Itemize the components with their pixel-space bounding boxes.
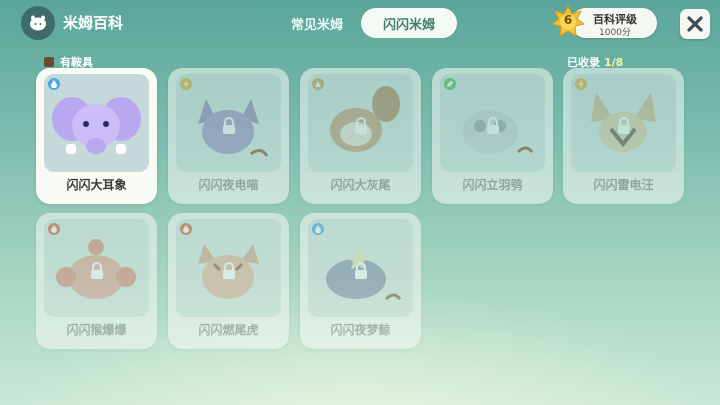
lock-icon [355, 117, 367, 134]
water-type-icon [312, 223, 324, 235]
mimu-card[interactable]: 闪闪大灰尾 [300, 68, 421, 204]
mimu-name: 闪闪夜电喵 [198, 178, 259, 192]
close-button[interactable] [680, 9, 710, 39]
encyclopedia-rating[interactable]: 百科评级 1000分 6 [550, 4, 657, 39]
mimu-name: 闪闪立羽鸮 [462, 178, 523, 192]
mimu-face-icon [30, 15, 46, 31]
mimu-art [308, 74, 413, 172]
mimu-name: 闪闪大灰尾 [330, 178, 391, 192]
tab-bar: 常见米姆 闪闪米姆 [277, 8, 458, 38]
rating-score: 1000分 [599, 28, 631, 38]
mimu-card[interactable]: 闪闪夜梦鲸 [300, 213, 421, 349]
mimu-art [440, 74, 545, 172]
water-type-icon [48, 78, 60, 90]
mimu-card[interactable]: 闪闪大耳象 [36, 68, 157, 204]
tab-common-mimu[interactable]: 常见米姆 [277, 8, 357, 38]
rating-level: 6 [563, 13, 573, 27]
mimu-name: 闪闪雷电汪 [593, 178, 654, 192]
app-title: 米姆百科 [63, 14, 124, 32]
lock-icon [223, 262, 235, 279]
mimu-art [308, 219, 413, 317]
leaf-type-icon [444, 78, 456, 90]
saddle-swatch [44, 57, 54, 67]
mimu-name: 闪闪猴爆爆 [66, 323, 127, 337]
mimu-art [44, 74, 149, 172]
lock-icon [223, 117, 235, 134]
mimu-art [571, 74, 676, 172]
mimu-art [176, 219, 281, 317]
mimu-art [176, 74, 281, 172]
electric-type-icon [180, 78, 192, 90]
lock-icon [487, 117, 499, 134]
grass-type-icon [312, 78, 324, 90]
elephant-image [52, 97, 141, 154]
mimu-art [44, 219, 149, 317]
mimu-card[interactable]: 闪闪雷电汪 [563, 68, 684, 204]
app-icon [21, 6, 55, 40]
mimu-card[interactable]: 闪闪夜电喵 [168, 68, 289, 204]
mimu-name: 闪闪燃尾虎 [198, 323, 259, 337]
fire-type-icon [48, 223, 60, 235]
mimu-card[interactable]: 闪闪立羽鸮 [432, 68, 553, 204]
mimu-card[interactable]: 闪闪猴爆爆 [36, 213, 157, 349]
rating-level-badge: 6 [550, 4, 586, 39]
lock-icon [355, 262, 367, 279]
mimu-card[interactable]: 闪闪燃尾虎 [168, 213, 289, 349]
fire-type-icon [180, 223, 192, 235]
lock-icon [618, 117, 630, 134]
mimu-name: 闪闪夜梦鲸 [330, 323, 391, 337]
electric-type-icon [575, 78, 587, 90]
close-icon [687, 16, 703, 32]
lock-icon [91, 262, 103, 279]
mimu-name: 闪闪大耳象 [66, 178, 127, 192]
tab-shiny-mimu[interactable]: 闪闪米姆 [361, 8, 458, 38]
